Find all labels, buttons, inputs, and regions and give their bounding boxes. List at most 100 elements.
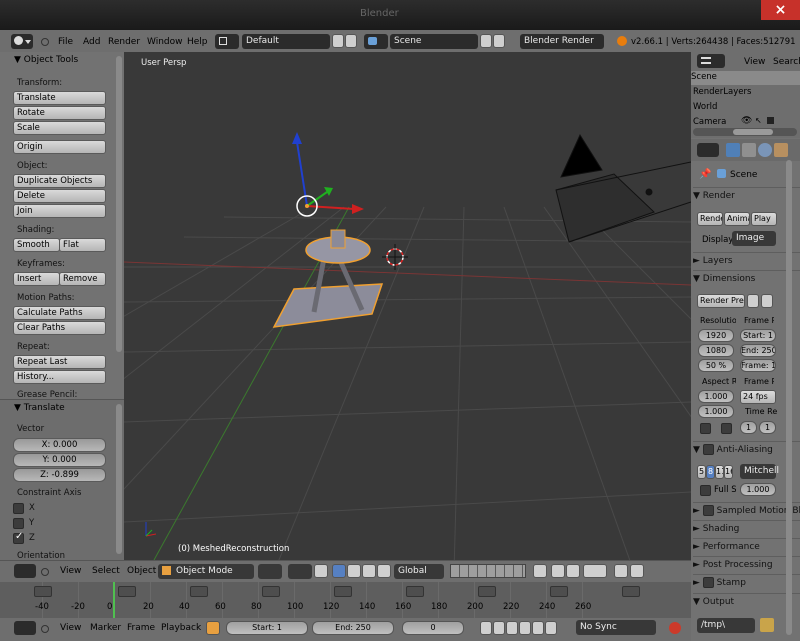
translate-manipulator-icon[interactable] — [332, 564, 346, 578]
snap-icon[interactable] — [377, 564, 391, 578]
start-frame-field[interactable]: Start: 1 — [740, 329, 776, 342]
calculate-paths-button[interactable]: Calculate Paths — [13, 306, 106, 320]
object-mode-dropdown[interactable]: Object Mode — [158, 564, 254, 579]
repeat-last-button[interactable]: Repeat Last — [13, 355, 106, 369]
timeline-editor-icon[interactable] — [14, 621, 36, 635]
opengl-anim-icon[interactable] — [630, 564, 644, 578]
render-layers-tab-icon[interactable] — [742, 143, 756, 157]
collapse-3d-menus-icon[interactable] — [41, 568, 49, 576]
tool-shelf-scrollbar[interactable] — [116, 56, 122, 352]
timeline-end-field[interactable]: End: 250 — [312, 621, 394, 635]
outliner-view-menu[interactable]: View — [744, 57, 765, 67]
preview-range-clock-icon[interactable] — [206, 621, 220, 635]
insert-keyframe-button[interactable]: Insert — [13, 272, 60, 286]
resolution-y-field[interactable]: 1080 — [698, 344, 734, 357]
add-scene-plus-icon[interactable] — [480, 34, 492, 48]
snap-magnet-icon[interactable] — [566, 564, 580, 578]
join-button[interactable]: Join — [13, 204, 106, 218]
outliner-row-world[interactable]: World — [691, 101, 800, 115]
render-presets-dropdown[interactable]: Render Presets — [697, 294, 745, 308]
scale-manipulator-icon[interactable] — [362, 564, 376, 578]
remove-scene-x-icon[interactable] — [493, 34, 505, 48]
aspect-y-field[interactable]: 1.000 — [698, 405, 734, 418]
jump-keyframe-back-icon[interactable] — [493, 621, 505, 635]
object-menu[interactable]: Object — [127, 566, 156, 576]
collapse-menus-icon[interactable] — [41, 38, 49, 46]
duplicate-objects-button[interactable]: Duplicate Objects — [13, 174, 106, 188]
world-tab-icon[interactable] — [758, 143, 772, 157]
render-camera-icon[interactable] — [767, 117, 774, 124]
stamp-panel-header[interactable]: ► Stamp — [693, 574, 800, 592]
3d-cursor-icon[interactable] — [382, 244, 408, 270]
remove-preset-minus-icon[interactable] — [761, 294, 773, 308]
sync-mode-dropdown[interactable]: No Sync — [576, 620, 656, 635]
outliner-row-renderlayers[interactable]: RenderLayers — [691, 86, 800, 100]
add-preset-plus-icon[interactable] — [747, 294, 759, 308]
play-button[interactable]: Play — [751, 212, 777, 226]
jump-end-icon[interactable] — [545, 621, 557, 635]
aa-filter-size-field[interactable]: 1.000 — [740, 483, 776, 496]
scene-icon[interactable] — [364, 34, 388, 49]
resolution-x-field[interactable]: 1920 — [698, 329, 734, 342]
manipulator-toggle-icon[interactable] — [314, 564, 328, 578]
time-remap-old-field[interactable]: 1 — [740, 421, 757, 434]
3d-viewport[interactable]: User Persp (0) MeshedReconstruction — [124, 52, 691, 560]
crop-checkbox[interactable] — [721, 423, 732, 434]
properties-scrollbar[interactable] — [786, 160, 792, 635]
timeline-view-menu[interactable]: View — [60, 623, 81, 633]
timeline-start-field[interactable]: Start: 1 — [226, 621, 308, 635]
anti-aliasing-checkbox[interactable] — [702, 444, 714, 455]
timeline[interactable]: -40 -20 0 20 40 60 80 100 120 140 160 180 200 220 240 2… — [0, 582, 691, 618]
translate-operator-title[interactable]: ▼ Translate — [14, 403, 65, 413]
object-tools-panel-title[interactable]: ▼ Object Tools — [14, 55, 78, 65]
time-remap-new-field[interactable]: 1 — [759, 421, 776, 434]
outliner-horizontal-scrollbar[interactable] — [693, 128, 797, 136]
collapse-timeline-menus-icon[interactable] — [41, 625, 49, 633]
display-dropdown[interactable]: Image — [732, 231, 776, 246]
end-frame-field[interactable]: End: 250 — [740, 344, 776, 357]
layer-lock-icon[interactable] — [533, 564, 547, 578]
clear-paths-button[interactable]: Clear Paths — [13, 321, 106, 335]
rotate-manipulator-icon[interactable] — [347, 564, 361, 578]
timeline-playhead[interactable] — [113, 582, 115, 618]
info-editor-icon[interactable] — [11, 34, 33, 49]
sampled-motion-blur-panel-header[interactable]: ► Sampled Motion Blur — [693, 502, 800, 520]
snap-element-dropdown[interactable] — [583, 564, 607, 578]
current-frame-field[interactable]: 0 — [402, 621, 464, 635]
frame-step-field[interactable]: Frame: 1 — [740, 359, 776, 372]
output-path-field[interactable]: /tmp\ — [697, 618, 755, 633]
menu-file[interactable]: File — [58, 37, 73, 47]
visibility-eye-icon[interactable]: 👁 — [741, 116, 752, 126]
menu-add[interactable]: Add — [83, 37, 100, 47]
layer-buttons[interactable] — [450, 564, 526, 578]
jump-start-icon[interactable] — [480, 621, 492, 635]
menu-render[interactable]: Render — [108, 37, 140, 47]
viewport-scene[interactable] — [124, 52, 691, 560]
resolution-percent-field[interactable]: 50 % — [698, 359, 734, 372]
motion-blur-checkbox[interactable] — [702, 505, 714, 516]
frame-menu[interactable]: Frame — [127, 623, 155, 633]
rotate-button[interactable]: Rotate — [13, 106, 106, 120]
operator-panel-scrollbar[interactable] — [116, 404, 122, 554]
output-panel-header[interactable]: ▼ Output — [693, 593, 800, 611]
full-sample-checkbox[interactable] — [700, 485, 711, 496]
shading-panel-header[interactable]: ► Shading — [693, 520, 800, 538]
render-tab-icon[interactable] — [726, 143, 740, 157]
pin-icon[interactable]: 📌 — [699, 169, 711, 180]
flat-button[interactable]: Flat — [59, 238, 106, 252]
aa-filter-dropdown[interactable]: Mitchell — [740, 464, 779, 479]
layers-panel-header[interactable]: ► Layers — [693, 252, 800, 270]
vector-y-field[interactable]: Y: 0.000 — [13, 453, 106, 467]
outliner-search-menu[interactable]: Search — [773, 57, 800, 67]
close-window-button[interactable]: × — [761, 0, 800, 20]
opengl-render-icon[interactable] — [614, 564, 628, 578]
aa-samples-11[interactable]: 11 — [715, 465, 724, 479]
animation-button[interactable]: Animation — [724, 212, 750, 226]
outliner-editor-icon[interactable] — [697, 54, 725, 68]
scale-button[interactable]: Scale — [13, 121, 106, 135]
menu-help[interactable]: Help — [187, 37, 208, 47]
3d-view-editor-icon[interactable] — [14, 564, 36, 578]
folder-browse-icon[interactable] — [760, 618, 774, 632]
select-arrow-icon[interactable]: ↖ — [755, 116, 762, 125]
transform-orientation-dropdown[interactable]: Global — [394, 564, 444, 579]
